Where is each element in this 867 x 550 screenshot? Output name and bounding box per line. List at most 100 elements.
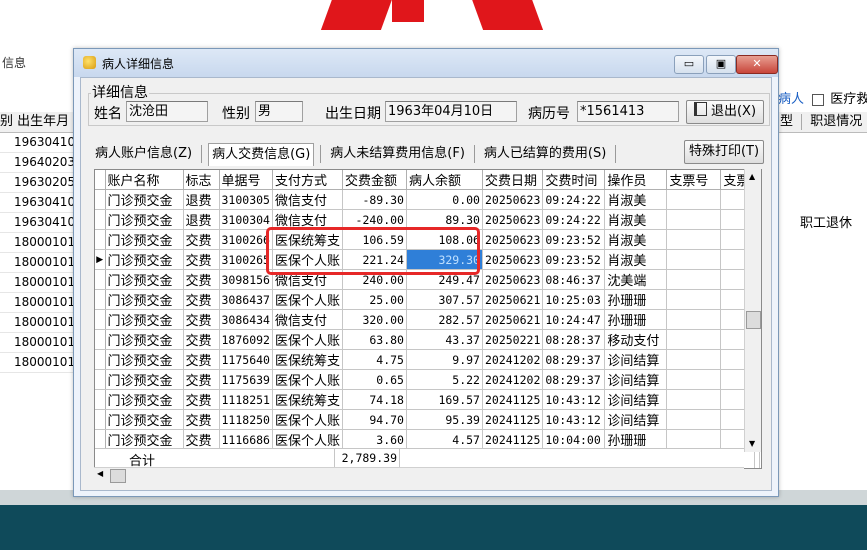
- cell-amount[interactable]: 320.00: [342, 309, 407, 330]
- cell-balance[interactable]: 4.57: [406, 429, 483, 450]
- tab-payment-info[interactable]: 病人交费信息(G): [208, 142, 315, 166]
- cell-payment-method[interactable]: 微信支付: [272, 189, 343, 210]
- cell-account[interactable]: 门诊预交金: [105, 289, 184, 310]
- cell-receipt[interactable]: 3100266: [219, 229, 273, 250]
- scroll-left-arrow-icon[interactable]: ◀: [97, 469, 103, 478]
- cell-amount[interactable]: 94.70: [342, 409, 407, 430]
- cell-date[interactable]: 20250621: [482, 289, 544, 310]
- col-header-date[interactable]: 交费日期: [482, 170, 544, 190]
- table-row[interactable]: 门诊预交金 交费 1116686 医保个人账 3.60 4.57 20241125 10:04…: [95, 429, 761, 450]
- cell-balance[interactable]: 282.57: [406, 309, 483, 330]
- table-row[interactable]: 门诊预交金 交费 1175639 医保个人账 0.65 5.22 20241202 08:29…: [95, 369, 761, 390]
- cell-check-no[interactable]: [666, 409, 722, 430]
- cell-flag[interactable]: 交费: [183, 289, 220, 310]
- cell-time[interactable]: 10:04:00: [542, 429, 606, 450]
- table-row[interactable]: 门诊预交金 退费 3100305 微信支付 -89.30 0.00 20250623 09:2…: [95, 189, 761, 210]
- cell-check-no[interactable]: [666, 389, 722, 410]
- cell-account[interactable]: 门诊预交金: [105, 389, 184, 410]
- table-row[interactable]: 门诊预交金 交费 3086437 医保个人账 25.00 307.57 20250621 10…: [95, 289, 761, 310]
- cell-date[interactable]: 20250623: [482, 209, 544, 230]
- birthdate-field[interactable]: 1963年04月10日: [385, 101, 517, 122]
- cell-balance[interactable]: 169.57: [406, 389, 483, 410]
- table-row[interactable]: 门诊预交金 交费 1175640 医保统筹支 4.75 9.97 20241202 08:29…: [95, 349, 761, 370]
- cell-flag[interactable]: 交费: [183, 229, 220, 250]
- cell-date[interactable]: 20241202: [482, 369, 544, 390]
- cell-check-no[interactable]: [666, 229, 722, 250]
- table-row[interactable]: 门诊预交金 交费 1118250 医保个人账 94.70 95.39 20241125 10:…: [95, 409, 761, 430]
- cell-operator[interactable]: 肖淑美: [604, 229, 668, 250]
- cell-account[interactable]: 门诊预交金: [105, 369, 184, 390]
- cell-date[interactable]: 20241125: [482, 389, 544, 410]
- cell-account[interactable]: 门诊预交金: [105, 209, 184, 230]
- cell-operator[interactable]: 孙珊珊: [604, 309, 668, 330]
- col-header-check-no[interactable]: 支票号: [666, 170, 722, 190]
- col-header-time[interactable]: 交费时间: [542, 170, 606, 190]
- cell-payment-method[interactable]: 微信支付: [272, 309, 343, 330]
- cell-payment-method[interactable]: 医保个人账: [272, 429, 343, 450]
- cell-check-no[interactable]: [666, 269, 722, 290]
- cell-operator[interactable]: 沈美端: [604, 269, 668, 290]
- table-row[interactable]: 门诊预交金 交费 3086434 微信支付 320.00 282.57 20250621 10…: [95, 309, 761, 330]
- minimize-button[interactable]: ▭: [674, 55, 704, 74]
- cell-flag[interactable]: 交费: [183, 249, 220, 270]
- cell-check-no[interactable]: [666, 309, 722, 330]
- cell-receipt[interactable]: 1175639: [219, 369, 273, 390]
- cell-operator[interactable]: 孙珊珊: [604, 429, 668, 450]
- cell-account[interactable]: 门诊预交金: [105, 229, 184, 250]
- cell-flag[interactable]: 交费: [183, 269, 220, 290]
- restore-button[interactable]: ▣: [706, 55, 736, 74]
- table-row[interactable]: 门诊预交金 交费 1876092 医保个人账 63.80 43.37 20250221 08:…: [95, 329, 761, 350]
- cell-operator[interactable]: 诊间结算: [604, 389, 668, 410]
- cell-operator[interactable]: 肖淑美: [604, 209, 668, 230]
- cell-amount[interactable]: 25.00: [342, 289, 407, 310]
- record-number-field[interactable]: *1561413: [577, 101, 679, 122]
- table-row[interactable]: 门诊预交金 交费 1118251 医保统筹支 74.18 169.57 20241125 10…: [95, 389, 761, 410]
- exit-button[interactable]: 退出(X): [686, 100, 764, 124]
- gender-field[interactable]: 男: [255, 101, 303, 122]
- cell-flag[interactable]: 交费: [183, 309, 220, 330]
- cell-receipt[interactable]: 1116686: [219, 429, 273, 450]
- cell-operator[interactable]: 诊间结算: [604, 409, 668, 430]
- cell-time[interactable]: 09:24:22: [542, 209, 606, 230]
- medical-aid-checkbox[interactable]: [812, 93, 825, 106]
- tab-account-info[interactable]: 病人账户信息(Z): [92, 143, 195, 165]
- cell-date[interactable]: 20250623: [482, 189, 544, 210]
- tab-unsettled-fees[interactable]: 病人未结算费用信息(F): [327, 143, 468, 165]
- cell-balance[interactable]: 0.00: [406, 189, 483, 210]
- cell-account[interactable]: 门诊预交金: [105, 309, 184, 330]
- cell-balance[interactable]: 9.97: [406, 349, 483, 370]
- cell-time[interactable]: 10:43:12: [542, 389, 606, 410]
- cell-receipt[interactable]: 3086437: [219, 289, 273, 310]
- cell-receipt[interactable]: 1118250: [219, 409, 273, 430]
- cell-check-no[interactable]: [666, 329, 722, 350]
- cell-account[interactable]: 门诊预交金: [105, 429, 184, 450]
- cell-payment-method[interactable]: 医保统筹支: [272, 389, 343, 410]
- cell-time[interactable]: 08:29:37: [542, 349, 606, 370]
- cell-payment-method[interactable]: 医保个人账: [272, 289, 343, 310]
- cell-operator[interactable]: 肖淑美: [604, 249, 668, 270]
- vertical-scrollbar[interactable]: ▲ ▼: [744, 169, 761, 452]
- col-header-flag[interactable]: 标志: [183, 170, 220, 190]
- cell-balance[interactable]: 5.22: [406, 369, 483, 390]
- name-field[interactable]: 沈沧田: [126, 101, 208, 122]
- cell-check-no[interactable]: [666, 369, 722, 390]
- cell-time[interactable]: 08:28:37: [542, 329, 606, 350]
- cell-date[interactable]: 20250621: [482, 309, 544, 330]
- col-header-operator[interactable]: 操作员: [604, 170, 668, 190]
- scroll-up-arrow-icon[interactable]: ▲: [749, 172, 755, 181]
- cell-time[interactable]: 10:25:03: [542, 289, 606, 310]
- vertical-scroll-thumb[interactable]: [746, 311, 761, 329]
- cell-date[interactable]: 20250623: [482, 269, 544, 290]
- cell-flag[interactable]: 退费: [183, 189, 220, 210]
- cell-balance[interactable]: 43.37: [406, 329, 483, 350]
- cell-flag[interactable]: 交费: [183, 369, 220, 390]
- cell-time[interactable]: 08:46:37: [542, 269, 606, 290]
- cell-flag[interactable]: 交费: [183, 429, 220, 450]
- cell-receipt[interactable]: 1118251: [219, 389, 273, 410]
- cell-amount[interactable]: -89.30: [342, 189, 407, 210]
- cell-payment-method[interactable]: 医保个人账: [272, 409, 343, 430]
- cell-operator[interactable]: 移动支付: [604, 329, 668, 350]
- cell-amount[interactable]: 0.65: [342, 369, 407, 390]
- cell-date[interactable]: 20241125: [482, 429, 544, 450]
- cell-payment-method[interactable]: 医保统筹支: [272, 349, 343, 370]
